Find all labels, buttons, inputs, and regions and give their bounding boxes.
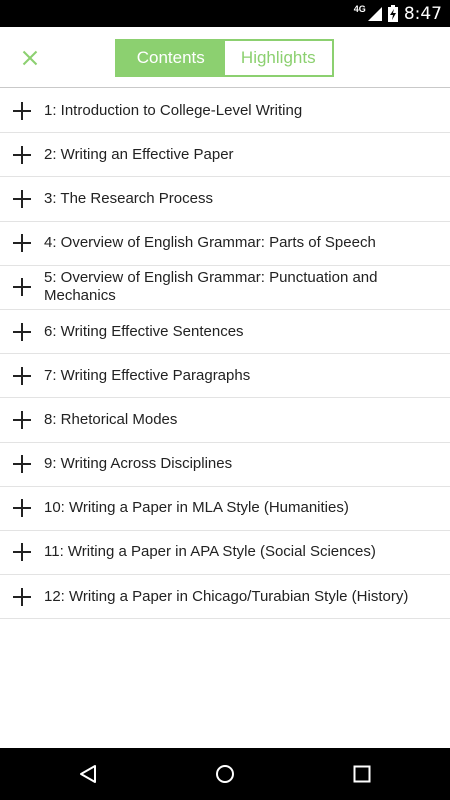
expand-button[interactable]	[0, 486, 44, 530]
list-item[interactable]: 5: Overview of English Grammar: Punctuat…	[0, 266, 450, 310]
plus-icon	[13, 366, 31, 385]
plus-icon	[13, 587, 31, 606]
expand-button[interactable]	[0, 133, 44, 177]
chapter-title: 4: Overview of English Grammar: Parts of…	[44, 234, 376, 252]
list-item[interactable]: 8: Rhetorical Modes	[0, 398, 450, 443]
list-item[interactable]: 2: Writing an Effective Paper	[0, 133, 450, 178]
plus-icon	[13, 101, 31, 120]
expand-button[interactable]	[0, 354, 44, 398]
plus-icon	[13, 145, 31, 164]
battery-charging-icon	[387, 5, 398, 22]
chapter-title: 6: Writing Effective Sentences	[44, 322, 244, 340]
plus-icon	[13, 322, 31, 341]
expand-button[interactable]	[0, 221, 44, 265]
chapter-title: 5: Overview of English Grammar: Punctuat…	[44, 269, 378, 305]
navigation-bar	[0, 748, 450, 800]
back-icon	[80, 765, 96, 783]
expand-button[interactable]	[0, 177, 44, 221]
status-indicators: 4G 8:47	[354, 0, 442, 27]
list-item[interactable]: 1: Introduction to College-Level Writing	[0, 89, 450, 134]
list-item[interactable]: 10: Writing a Paper in MLA Style (Humani…	[0, 487, 450, 531]
chapter-title: 2: Writing an Effective Paper	[44, 145, 234, 163]
list-item[interactable]: 12: Writing a Paper in Chicago/Turabian …	[0, 575, 450, 620]
expand-button[interactable]	[0, 398, 44, 442]
network-type: 4G	[353, 3, 366, 14]
expand-button[interactable]	[0, 575, 44, 619]
list-item[interactable]: 4: Overview of English Grammar: Parts of…	[0, 222, 450, 266]
signal-icon	[367, 6, 382, 21]
plus-icon	[13, 410, 31, 429]
close-button[interactable]	[14, 43, 46, 73]
tab-contents[interactable]: Contents	[117, 41, 225, 75]
close-icon	[22, 50, 38, 66]
home-icon	[216, 765, 234, 783]
plus-icon	[13, 189, 31, 208]
app-header: Contents Highlights	[0, 27, 450, 88]
back-button[interactable]	[75, 761, 101, 787]
plus-icon	[13, 543, 31, 562]
chapter-title: 10: Writing a Paper in MLA Style (Humani…	[44, 499, 349, 517]
chapter-title: 9: Writing Across Disciplines	[44, 455, 233, 473]
expand-button[interactable]	[0, 310, 44, 354]
plus-icon	[13, 278, 31, 297]
recents-icon	[353, 765, 371, 783]
contents-list: 1: Introduction to College-Level Writing…	[0, 89, 450, 620]
chapter-title: 8: Rhetorical Modes	[44, 410, 178, 428]
home-button[interactable]	[212, 761, 238, 787]
chapter-title: 3: The Research Process	[44, 189, 213, 207]
tab-highlights[interactable]: Highlights	[224, 41, 332, 75]
list-item[interactable]: 3: The Research Process	[0, 177, 450, 222]
chapter-title: 11: Writing a Paper in APA Style (Social…	[44, 543, 376, 561]
list-item[interactable]: 11: Writing a Paper in APA Style (Social…	[0, 530, 450, 576]
chapter-title: 7: Writing Effective Paragraphs	[44, 366, 251, 384]
recents-button[interactable]	[349, 761, 375, 787]
expand-button[interactable]	[0, 265, 44, 309]
clock: 8:47	[403, 3, 442, 24]
status-bar: 4G 8:47	[0, 0, 450, 27]
plus-icon	[13, 499, 31, 518]
chapter-title: 12: Writing a Paper in Chicago/Turabian …	[44, 587, 409, 605]
plus-icon	[13, 455, 31, 474]
list-item[interactable]: 9: Writing Across Disciplines	[0, 443, 450, 487]
list-item[interactable]: 6: Writing Effective Sentences	[0, 310, 450, 355]
expand-button[interactable]	[0, 89, 44, 133]
list-item[interactable]: 7: Writing Effective Paragraphs	[0, 354, 450, 399]
expand-button[interactable]	[0, 442, 44, 486]
expand-button[interactable]	[0, 530, 44, 574]
view-switcher: Contents Highlights	[115, 39, 334, 77]
chapter-title: 1: Introduction to College-Level Writing	[44, 101, 303, 119]
plus-icon	[13, 234, 31, 253]
